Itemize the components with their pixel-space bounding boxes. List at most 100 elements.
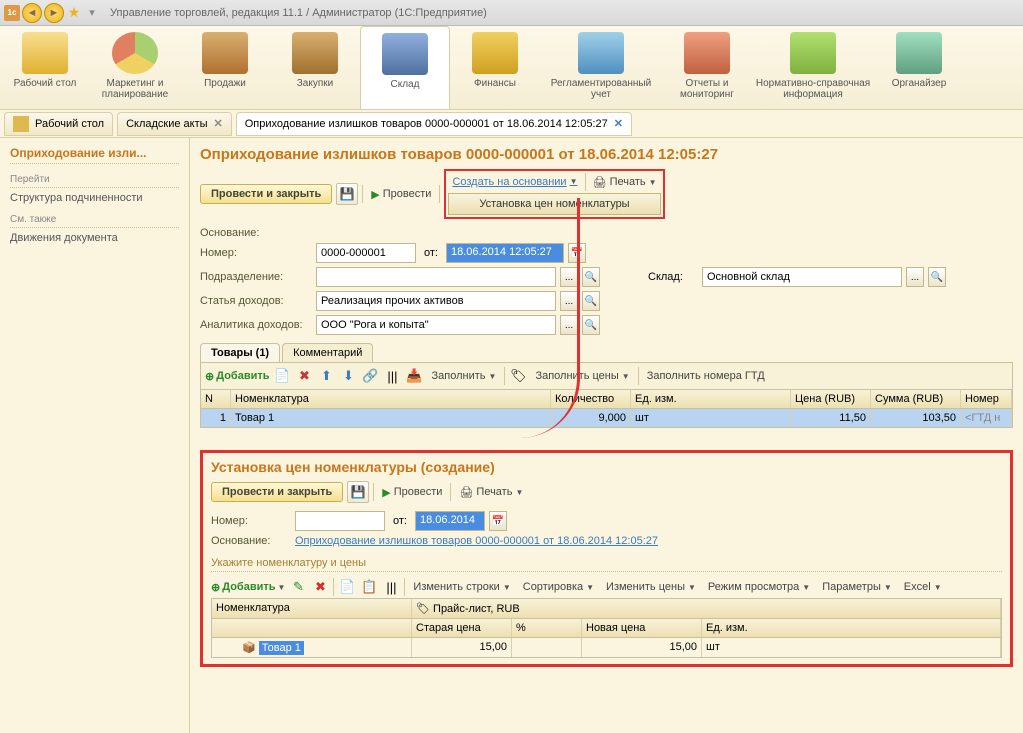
process-button[interactable]: ▶Провести [367, 186, 435, 203]
section-sales[interactable]: Продажи [180, 26, 270, 109]
col-sum[interactable]: Сумма (RUB) [871, 390, 961, 408]
col-unit[interactable]: Ед. изм. [702, 619, 1001, 637]
print-button[interactable]: 🖨 Печать▼ [589, 174, 661, 191]
section-accounting[interactable]: Регламентированный учет [540, 26, 662, 109]
fill-button[interactable]: Заполнить▼ [428, 368, 501, 384]
tab-comment[interactable]: Комментарий [282, 343, 373, 362]
number-input[interactable] [295, 511, 385, 531]
close-icon[interactable]: ✕ [614, 117, 623, 130]
date-input[interactable]: 18.06.2014 [415, 511, 485, 531]
col-old-price[interactable]: Старая цена [412, 619, 512, 637]
goods-grid: N Номенклатура Количество Ед. изм. Цена … [200, 390, 1013, 428]
sidebar-title: Оприходование изли... [10, 146, 179, 164]
copy-icon[interactable]: 📄 [274, 367, 292, 385]
col-gtd[interactable]: Номер [961, 390, 1012, 408]
price-tag-icon[interactable]: 🏷 [509, 367, 527, 385]
fill-prices-button[interactable]: Заполнить цены▼ [531, 368, 633, 384]
import-icon[interactable]: 📥 [406, 367, 424, 385]
close-icon[interactable]: ✕ [214, 117, 223, 130]
fill-gtd-button[interactable]: Заполнить номера ГТД [643, 368, 769, 384]
pick-icon[interactable]: 🔗 [362, 367, 380, 385]
col-new-price[interactable]: Новая цена [582, 619, 702, 637]
section-finance[interactable]: Финансы [450, 26, 540, 109]
select-icon[interactable]: ... [560, 267, 578, 287]
process-button[interactable]: ▶Провести [378, 484, 446, 501]
tab-surplus-doc[interactable]: Оприходование излишков товаров 0000-0000… [236, 112, 632, 136]
section-desktop[interactable]: Рабочий стол [0, 26, 90, 109]
barcode-icon[interactable]: ||| [384, 367, 402, 385]
select-icon[interactable]: ... [906, 267, 924, 287]
copy-icon[interactable]: 📄 [338, 578, 356, 596]
table-row[interactable]: 📦 Товар 1 15,00 15,00 шт [211, 638, 1002, 658]
calendar-icon[interactable]: 📅 [568, 243, 586, 263]
main-toolbar: Рабочий стол Маркетинг и планирование Пр… [0, 26, 1023, 110]
label-analytics: Аналитика доходов: [200, 319, 312, 331]
delete-icon[interactable]: ✖ [296, 367, 314, 385]
analytics-input[interactable] [316, 315, 556, 335]
date-input[interactable]: 18.06.2014 12:05:27 [446, 243, 564, 263]
col-percent[interactable]: % [512, 619, 582, 637]
sidebar-link-movements[interactable]: Движения документа [10, 232, 179, 244]
section-marketing[interactable]: Маркетинг и планирование [90, 26, 180, 109]
delete-icon[interactable]: ✖ [311, 578, 329, 596]
sort-button[interactable]: Сортировка▼ [519, 579, 598, 595]
content: Оприходование излишков товаров 0000-0000… [190, 138, 1023, 733]
search-icon[interactable]: 🔍 [582, 267, 600, 287]
select-icon[interactable]: ... [560, 291, 578, 311]
save-icon[interactable]: 💾 [336, 183, 358, 205]
col-pricelist[interactable]: 🏷 Прайс-лист, RUB [412, 599, 1001, 618]
forward-button[interactable]: ► [44, 3, 64, 23]
barcode-icon[interactable]: ||| [382, 578, 400, 596]
tab-desktop[interactable]: Рабочий стол [4, 112, 113, 136]
search-icon[interactable]: 🔍 [928, 267, 946, 287]
section-organizer[interactable]: Органайзер [874, 26, 964, 109]
back-button[interactable]: ◄ [22, 3, 42, 23]
tab-goods[interactable]: Товары (1) [200, 343, 280, 362]
move-up-icon[interactable]: ⬆ [318, 367, 336, 385]
print-button[interactable]: 🖨 Печать▼ [455, 484, 527, 501]
move-down-icon[interactable]: ⬇ [340, 367, 358, 385]
add-button[interactable]: ⊕ Добавить▼ [211, 581, 285, 594]
warehouse-input[interactable] [702, 267, 902, 287]
dropdown-icon[interactable]: ▾ [84, 5, 100, 21]
add-button[interactable]: ⊕ Добавить [205, 370, 270, 383]
sidebar-link-structure[interactable]: Структура подчиненности [10, 192, 179, 204]
section-purchases[interactable]: Закупки [270, 26, 360, 109]
menu-set-prices[interactable]: Установка цен номенклатуры [448, 193, 660, 215]
view-mode-button[interactable]: Режим просмотра▼ [704, 579, 814, 595]
calendar-icon[interactable]: 📅 [489, 511, 507, 531]
change-rows-button[interactable]: Изменить строки▼ [409, 579, 514, 595]
paste-icon[interactable]: 📋 [360, 578, 378, 596]
label-number: Номер: [211, 515, 291, 527]
save-icon[interactable]: 💾 [347, 481, 369, 503]
params-button[interactable]: Параметры▼ [818, 579, 896, 595]
basis-link[interactable]: Оприходование излишков товаров 0000-0000… [295, 535, 658, 547]
number-input[interactable] [316, 243, 416, 263]
select-icon[interactable]: ... [560, 315, 578, 335]
label-basis: Основание: [200, 227, 312, 239]
excel-button[interactable]: Excel▼ [900, 579, 946, 595]
subdivision-input[interactable] [316, 267, 556, 287]
search-icon[interactable]: 🔍 [582, 315, 600, 335]
tab-stock-acts[interactable]: Складские акты✕ [117, 112, 232, 136]
process-close-button[interactable]: Провести и закрыть [211, 482, 343, 502]
col-n[interactable]: N [201, 390, 231, 408]
search-icon[interactable]: 🔍 [582, 291, 600, 311]
col-nomenclature[interactable]: Номенклатура [231, 390, 551, 408]
col-price[interactable]: Цена (RUB) [791, 390, 871, 408]
section-warehouse[interactable]: Склад [360, 26, 450, 109]
section-reference[interactable]: Нормативно-справочная информация [752, 26, 874, 109]
process-close-button[interactable]: Провести и закрыть [200, 184, 332, 204]
create-based-button[interactable]: Создать на основании▼ [448, 174, 581, 190]
edit-icon[interactable]: ✎ [289, 578, 307, 596]
grid-toolbar: ⊕ Добавить 📄 ✖ ⬆ ⬇ 🔗 ||| 📥 Заполнить▼ 🏷 … [200, 362, 1013, 390]
col-quantity[interactable]: Количество [551, 390, 631, 408]
change-prices-button[interactable]: Изменить цены▼ [602, 579, 700, 595]
col-nomenclature[interactable]: Номенклатура [212, 599, 412, 618]
income-item-input[interactable] [316, 291, 556, 311]
favorites-icon[interactable]: ★ [66, 5, 82, 21]
section-reports[interactable]: Отчеты и мониторинг [662, 26, 752, 109]
table-row[interactable]: 1 Товар 1 9,000 шт 11,50 103,50 <ГТД н [201, 409, 1012, 427]
label-subdivision: Подразделение: [200, 271, 312, 283]
col-unit[interactable]: Ед. изм. [631, 390, 791, 408]
